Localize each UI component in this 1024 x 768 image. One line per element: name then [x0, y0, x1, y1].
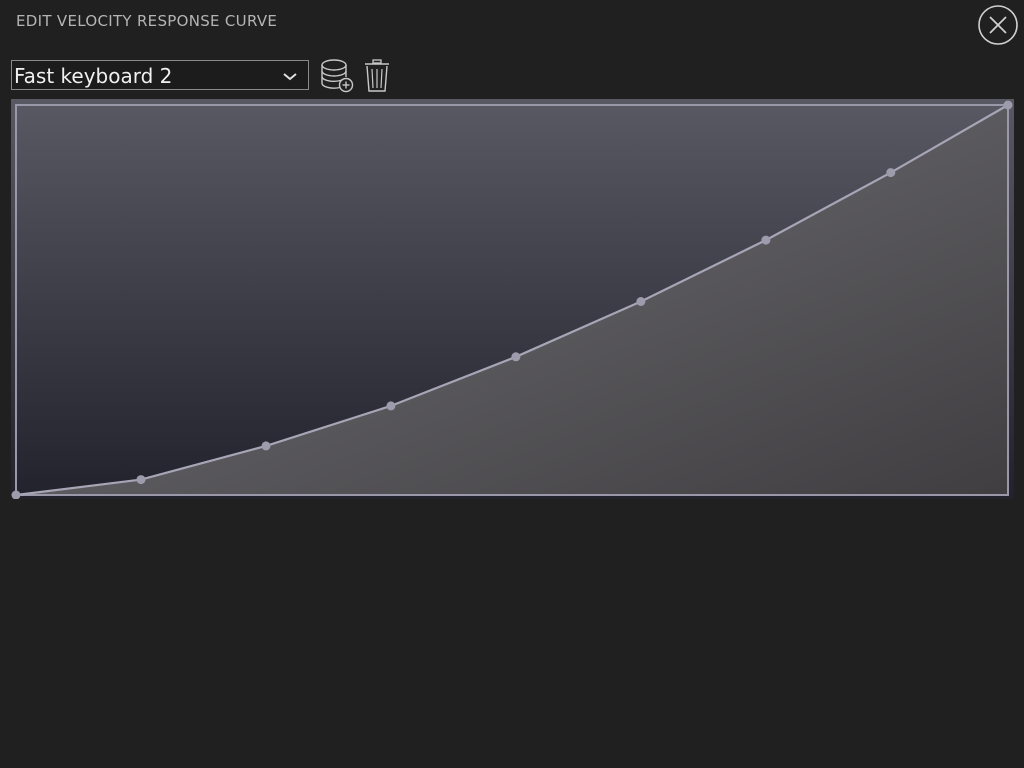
- chevron-down-icon: [283, 73, 297, 81]
- curve-point-4[interactable]: [511, 352, 521, 362]
- preset-selected-value: Fast keyboard 2: [14, 64, 173, 88]
- close-icon: [978, 5, 1018, 45]
- trash-icon: [365, 59, 389, 92]
- curve-point-2[interactable]: [261, 441, 271, 451]
- velocity-curve-graph[interactable]: [11, 99, 1014, 499]
- close-button[interactable]: [977, 4, 1019, 46]
- curve-point-3[interactable]: [386, 401, 396, 411]
- curve-point-8[interactable]: [1003, 100, 1013, 110]
- delete-preset-button[interactable]: [362, 58, 392, 94]
- curve-point-7[interactable]: [886, 168, 896, 178]
- curve-point-6[interactable]: [761, 235, 771, 245]
- velocity-curve-editor[interactable]: [11, 99, 1014, 499]
- dialog-title: EDIT VELOCITY RESPONSE CURVE: [16, 12, 278, 30]
- velocity-curve-dialog: EDIT VELOCITY RESPONSE CURVE Fast keyboa…: [0, 0, 1024, 768]
- curve-point-5[interactable]: [636, 297, 646, 306]
- curve-point-1[interactable]: [136, 475, 146, 485]
- database-add-icon: [321, 59, 354, 93]
- preset-dropdown[interactable]: Fast keyboard 2: [11, 60, 309, 90]
- save-preset-button[interactable]: [318, 58, 356, 94]
